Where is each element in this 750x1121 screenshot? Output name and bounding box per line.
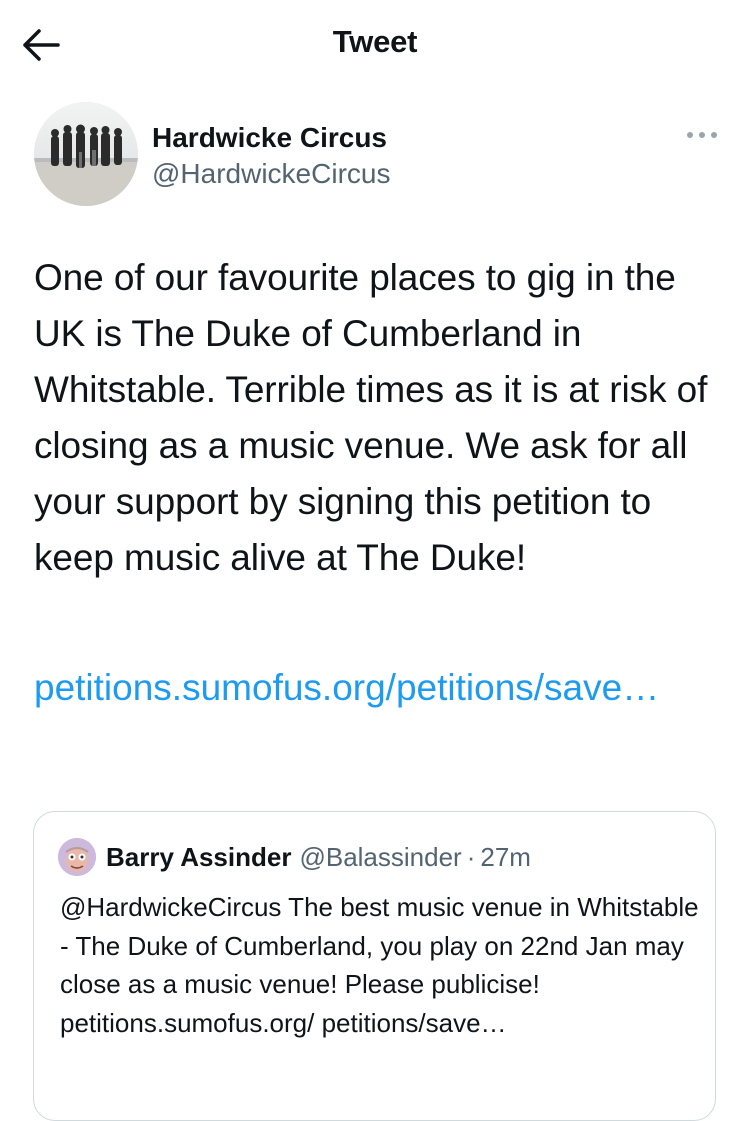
avatar[interactable] [34,102,138,206]
tweet-author: Hardwicke Circus @HardwickeCircus [34,102,724,208]
page-title: Tweet [332,24,418,59]
quoted-tweet-text: @HardwickeCircus The best music venue in… [60,892,699,1038]
top-bar: Tweet [0,0,750,92]
quoted-author-display-name: Barry Assinder [106,841,292,872]
more-options-button[interactable] [680,120,724,150]
band-photo-avatar [34,102,138,206]
profile-face-avatar [58,838,96,876]
tweet-text: One of our favourite places to gig in th… [34,257,708,578]
quoted-author-handle: @Balassinder [299,841,462,872]
author-display-name[interactable]: Hardwicke Circus [152,120,390,156]
quoted-author-avatar [58,838,96,876]
author-handle[interactable]: @HardwickeCircus [152,156,390,192]
quoted-tweet-card[interactable]: Barry Assinder @Balassinder · 27m @Hardw… [33,811,716,1121]
separator-dot: · [466,841,476,872]
quoted-tweet-header: Barry Assinder @Balassinder · 27m [58,838,531,876]
quoted-tweet-time: 27m [480,841,531,872]
author-names: Hardwicke Circus @HardwickeCircus [152,120,390,192]
more-horizontal-icon [687,132,717,138]
petition-link[interactable]: petitions.sumofus.org/petitions/save… [34,660,674,716]
